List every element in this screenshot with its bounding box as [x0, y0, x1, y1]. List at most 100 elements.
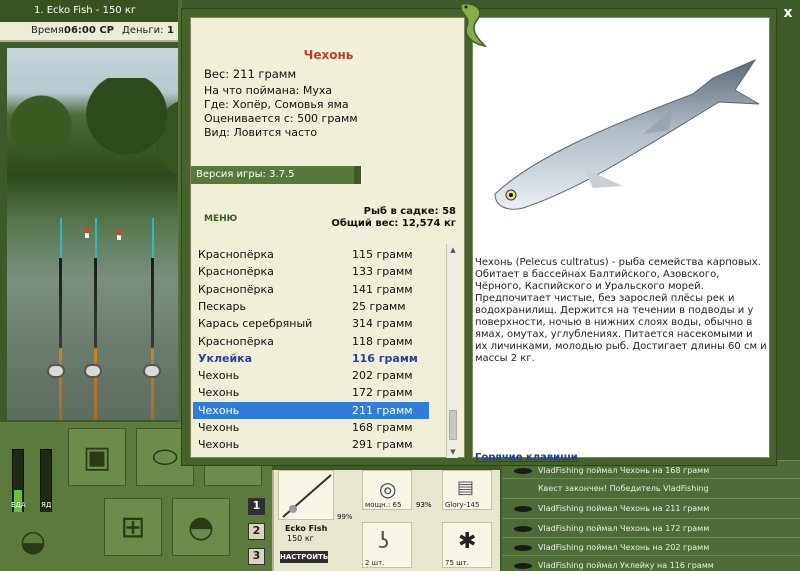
valued-at: Оценивается с: 500 грамм	[204, 112, 358, 125]
rod-condition: 99%	[337, 513, 353, 521]
log-line: VladFishing поймал Чехонь на 211 грамм	[502, 498, 800, 518]
catch-fish-weight: 172 грамм	[352, 386, 413, 400]
fish-description: Чехонь (Pelecus cultratus) - рыба семейс…	[475, 257, 767, 364]
catch-list-row[interactable]: Чехонь 172 грамм	[193, 384, 429, 401]
bucket-icon: ◓	[187, 509, 215, 545]
page-2-button[interactable]: 2	[248, 523, 265, 540]
catch-list-row[interactable]: Краснопёрка 141 грамм	[193, 281, 429, 298]
fishing-rod-3[interactable]	[151, 258, 154, 420]
game-version: Версия игры: 3.7.5	[191, 166, 361, 184]
reel-2[interactable]	[84, 364, 102, 378]
catch-fish-weight: 211 грамм	[352, 403, 413, 417]
money-label: Деньги:	[122, 25, 164, 36]
lizard-logo-icon	[460, 2, 488, 48]
catch-fish-name: Чехонь	[198, 403, 240, 417]
cauldron-tile[interactable]: ◒	[4, 512, 62, 570]
fish-icon	[514, 563, 532, 569]
reel-slot[interactable]: ◎ мощн.: 65	[362, 470, 412, 510]
food-basket-tile[interactable]: ⊞	[104, 498, 162, 556]
food-gauge-label: ЕДА	[11, 501, 26, 509]
catch-list-row[interactable]: Краснопёрка 115 грамм	[193, 246, 429, 263]
beetle-icon: ✱	[458, 529, 477, 554]
catch-fish-weight: 314 грамм	[352, 317, 413, 331]
bait-slot[interactable]: ✱ 75 шт.	[442, 522, 492, 568]
catch-fish-name: Карась серебряный	[198, 317, 313, 331]
total-weight: Общий вес: 12,574 кг	[331, 218, 456, 229]
reel-1[interactable]	[47, 364, 65, 378]
float-2	[117, 230, 121, 240]
catch-list-scrollbar[interactable]: ▲ ▼	[446, 244, 458, 458]
log-line: Квест закончен! Победитель VladFishing	[502, 478, 800, 498]
event-log: VladFishing поймал Чехонь на 168 грамм К…	[502, 460, 800, 571]
hook-slot[interactable]: ʖ 2 шт.	[362, 522, 412, 568]
catch-list-row[interactable]: Краснопёрка 133 грамм	[193, 263, 429, 280]
catch-list-row[interactable]: Чехонь 168 грамм	[193, 419, 429, 436]
poison-gauge	[40, 449, 52, 521]
rod-name: Ecko Fish	[285, 524, 328, 533]
rod-tip-3	[152, 218, 154, 258]
poison-gauge-label: ЯД	[41, 501, 52, 509]
catch-fish-name: Краснопёрка	[198, 248, 274, 261]
tree-line	[7, 78, 178, 198]
catch-fish-name: Пескарь	[198, 299, 246, 313]
player-title: 1. Ecko Fish - 150 кг	[0, 0, 178, 22]
reel-condition: 93%	[416, 501, 432, 509]
catch-fish-name: Краснопёрка	[198, 334, 274, 348]
catch-fish-name: Чехонь	[198, 369, 240, 383]
catch-list-row[interactable]: Уклейка 116 грамм	[193, 350, 429, 367]
fishing-scene[interactable]	[7, 48, 178, 420]
top-status-bar: 1. Ecko Fish - 150 кг Время: 06:00 СР Де…	[0, 0, 178, 42]
catch-fish-weight: 291 грамм	[352, 438, 413, 452]
catch-list-row[interactable]: Чехонь 211 грамм	[193, 401, 429, 419]
catch-list-row[interactable]: Краснопёрка 118 грамм	[193, 333, 429, 350]
fishing-rod-2[interactable]	[94, 258, 97, 420]
reel-3[interactable]	[143, 364, 161, 378]
line-caption: Glory-145	[445, 501, 480, 509]
catch-fish-weight: 202 грамм	[352, 369, 413, 383]
rod-tip-1	[60, 218, 62, 258]
catch-list-row[interactable]: Карась серебряный 314 грамм	[193, 315, 429, 332]
menu-button[interactable]: МЕНЮ	[204, 214, 237, 224]
hotkeys-link[interactable]: Горячие клавиши	[475, 452, 578, 463]
fish-kind: Вид: Ловится часто	[204, 126, 318, 139]
fish-icon	[514, 526, 532, 532]
cauldron-icon: ◒	[19, 523, 47, 559]
catch-fish-name: Чехонь	[198, 421, 240, 434]
fishing-rod-1[interactable]	[59, 258, 62, 420]
fish-description-pane: Чехонь (Pelecus cultratus) - рыба семейс…	[472, 17, 770, 463]
catch-fish-weight: 118 грамм	[352, 334, 413, 348]
fish-icon	[514, 468, 532, 474]
catch-list-row[interactable]: Чехонь 202 грамм	[193, 367, 429, 384]
catch-fish-weight: 115 грамм	[352, 248, 413, 261]
catch-fish-weight: 133 грамм	[352, 265, 413, 279]
rod-tip-2	[95, 218, 97, 258]
basket-icon: ⊞	[120, 509, 146, 545]
fishing-line-icon: ▤	[457, 477, 475, 498]
log-line: VladFishing поймал Чехонь на 202 грамм	[502, 537, 800, 557]
catch-details-pane: Чехонь Вес: 211 грамм На что поймана: Му…	[190, 17, 465, 458]
reel-icon: ◎	[379, 477, 397, 501]
catch-fish-name: Краснопёрка	[198, 265, 274, 279]
page-3-button[interactable]: 3	[248, 548, 265, 565]
bucket-tile[interactable]: ◓	[172, 498, 230, 556]
catch-list-row[interactable]: Чехонь 291 грамм	[193, 436, 429, 453]
catch-fish-name: Чехонь	[198, 438, 240, 452]
fish-name: Чехонь	[303, 48, 354, 62]
scroll-down-arrow[interactable]: ▼	[447, 446, 459, 458]
close-button[interactable]: x	[780, 5, 796, 21]
setup-button[interactable]: НАСТРОИТЬ	[280, 551, 328, 563]
tackle-box-tile[interactable]: ▣	[68, 428, 126, 486]
catch-location: Где: Хопёр, Сомовья яма	[204, 98, 349, 111]
line-slot[interactable]: ▤ Glory-145	[442, 470, 492, 510]
scroll-up-arrow[interactable]: ▲	[447, 244, 459, 256]
rod-slot[interactable]	[278, 470, 334, 520]
fish-illustration	[494, 58, 760, 210]
catch-fish-name: Чехонь	[198, 386, 240, 400]
catch-list[interactable]: Краснопёрка 115 грамм Краснопёрка 133 грамм…	[193, 244, 449, 458]
catch-fish-weight: 116 грамм	[352, 351, 418, 365]
page-1-button[interactable]: 1	[248, 498, 265, 515]
catch-list-row[interactable]: Пескарь 25 грамм	[193, 298, 429, 315]
fish-weight: Вес: 211 грамм	[204, 67, 297, 81]
time-label: Время:	[31, 25, 68, 36]
scroll-thumb[interactable]	[449, 410, 457, 440]
